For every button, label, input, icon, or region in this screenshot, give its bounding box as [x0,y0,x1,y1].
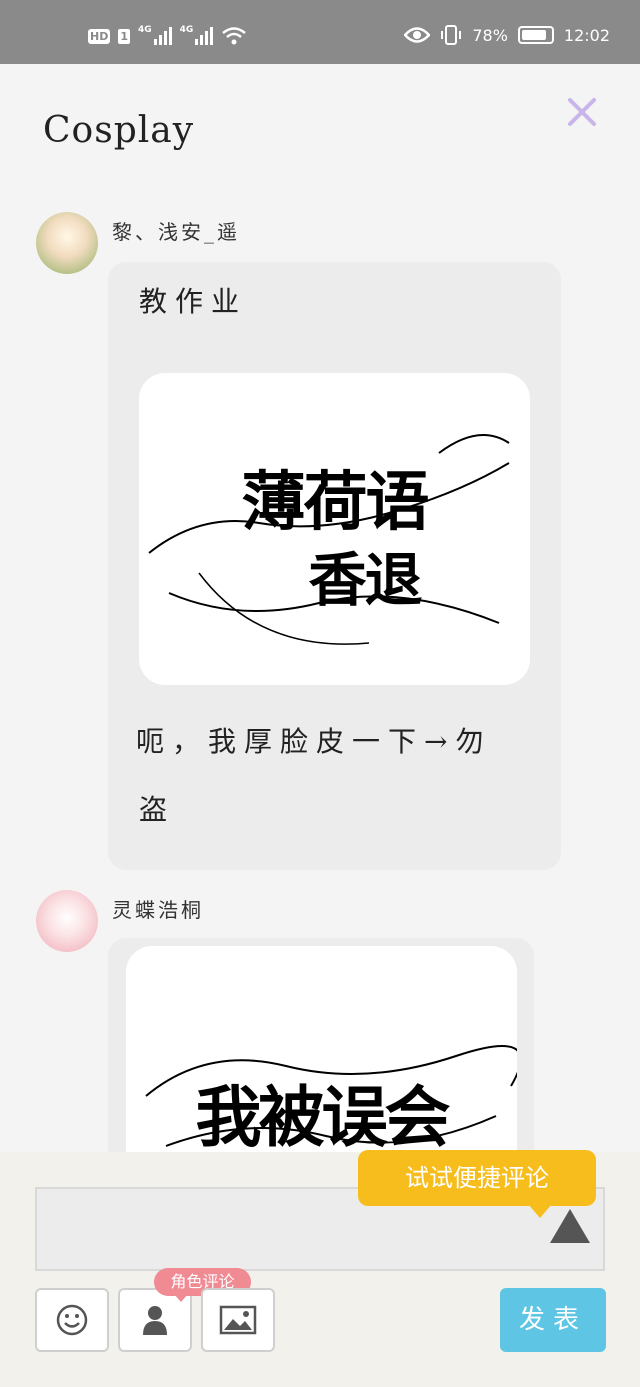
vibrate-icon [441,25,462,45]
status-right: 78% 12:02 [404,24,610,46]
post-image[interactable]: 薄荷语 香退 [139,373,530,685]
close-icon[interactable] [562,92,602,132]
hd-badge: HD [88,28,111,44]
eye-icon [404,27,431,43]
triangle-up-icon[interactable] [548,1207,592,1245]
network-label-2: 4G [179,25,194,35]
post-text: 教作业 [139,285,248,318]
post-button[interactable]: 发表 [500,1288,606,1352]
battery-icon [517,26,554,44]
smiley-icon [56,1304,88,1336]
avatar[interactable] [36,890,98,952]
post-text: 呃，我厚脸皮一下→勿 [136,725,492,758]
post-text: 盗 [139,793,176,826]
signal-icon [195,27,214,45]
signal-icon [153,27,172,45]
post-username[interactable]: 灵蝶浩桐 [112,894,204,923]
image-button[interactable] [201,1288,275,1352]
battery-percent: 78% [472,25,508,45]
image-text-line1: 我被误会 [195,1078,451,1156]
post-username[interactable]: 黎、浅安_遥 [112,216,240,245]
network-label-1: 4G [138,25,152,35]
avatar[interactable] [36,212,98,274]
clock: 12:02 [563,25,610,45]
emoji-button[interactable] [35,1288,109,1352]
image-text-line1: 薄荷语 [241,465,430,540]
person-icon [143,1306,167,1335]
page-title: Cosplay [43,110,195,151]
sim-badge: 1 [118,28,130,44]
status-bar: HD 1 4G 4G 78% 12:02 [0,0,640,64]
quick-comment-tip[interactable]: 试试便捷评论 [358,1150,596,1218]
status-left: HD 1 4G 4G [88,25,247,46]
wifi-icon [222,27,247,45]
image-icon [219,1305,257,1335]
image-text-line2: 香退 [308,546,422,614]
